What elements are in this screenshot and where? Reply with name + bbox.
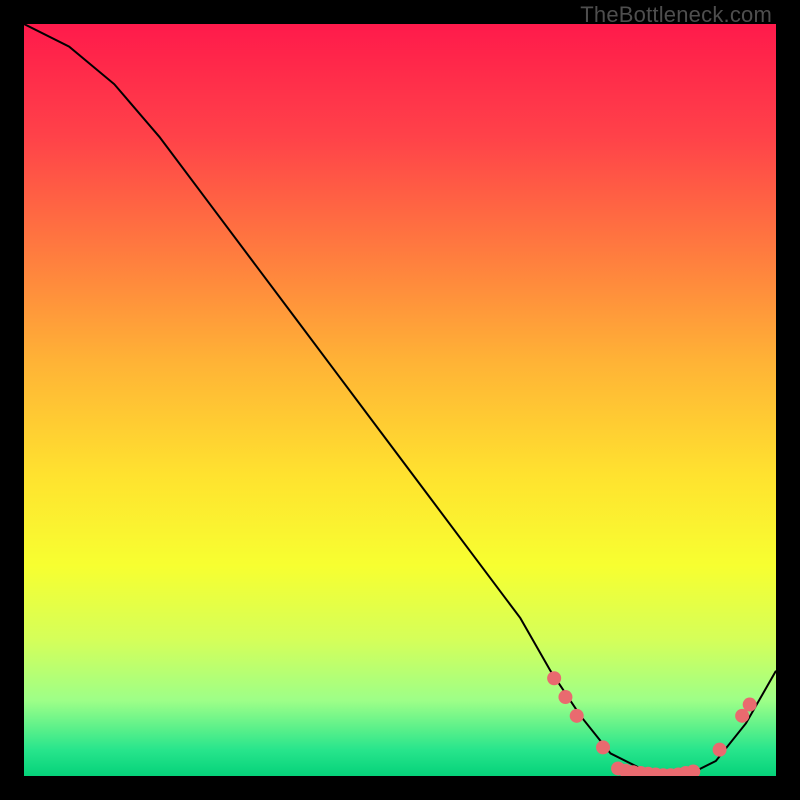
marker-point — [596, 740, 610, 754]
bottleneck-chart — [24, 24, 776, 776]
chart-frame — [24, 24, 776, 776]
marker-point — [713, 743, 727, 757]
marker-point — [570, 709, 584, 723]
marker-point — [558, 690, 572, 704]
marker-point — [547, 671, 561, 685]
watermark-text: TheBottleneck.com — [580, 2, 772, 28]
chart-background — [24, 24, 776, 776]
marker-point — [743, 698, 757, 712]
